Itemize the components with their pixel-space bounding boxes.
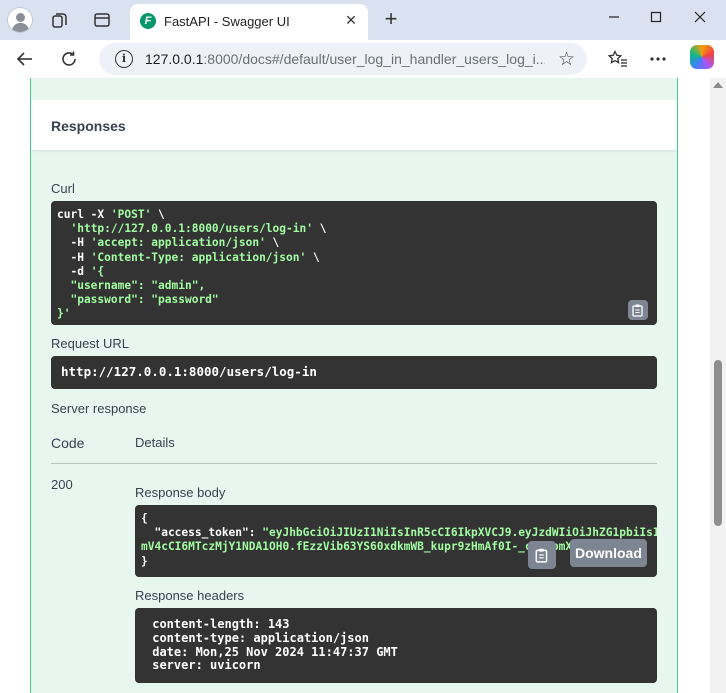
response-header-line: content-type: application/json: [145, 630, 377, 645]
fastapi-favicon-icon: F: [140, 13, 156, 29]
details-column-header: Details: [135, 435, 175, 450]
response-header-line: content-length: 143: [145, 617, 297, 631]
reload-icon[interactable]: [55, 45, 83, 73]
server-response-label: Server response: [51, 401, 147, 416]
response-body-label: Response body: [135, 485, 226, 500]
scroll-up-arrow-icon[interactable]: [713, 82, 723, 88]
code-column-header: Code: [51, 435, 85, 451]
browser-toolbar: i 127.0.0.1:8000/docs#/default/user_log_…: [0, 40, 726, 78]
copilot-icon[interactable]: [690, 45, 714, 69]
responses-header: Responses: [31, 100, 677, 150]
profile-avatar-icon[interactable]: [7, 7, 33, 33]
workspaces-icon[interactable]: [46, 6, 74, 34]
curl-line: }': [57, 307, 71, 321]
curl-line: 'http://127.0.0.1:8000/users/log-in' \: [70, 222, 327, 236]
response-body-copy-icon[interactable]: [528, 541, 556, 569]
responses-title: Responses: [51, 118, 126, 134]
curl-line: -H 'accept: application/json' \: [57, 236, 280, 250]
curl-code-block[interactable]: curl -X 'POST' \ 'http://127.0.0.1:8000/…: [51, 201, 657, 325]
body-token-line2: mV4cCI6MTczMjY1NDA1OH0.fEzzVib63YS60xdkm…: [141, 540, 573, 554]
maximize-icon[interactable]: [636, 6, 676, 32]
more-options-icon[interactable]: [644, 45, 672, 73]
response-headers-label: Response headers: [135, 588, 245, 603]
new-tab-plus-icon[interactable]: +: [378, 7, 404, 33]
site-info-icon[interactable]: i: [115, 50, 133, 68]
body-close-brace: }: [141, 554, 148, 568]
back-arrow-icon[interactable]: [11, 45, 39, 73]
operation-block: Responses Curl curl -X 'POST' \ 'http://…: [30, 78, 678, 693]
curl-label: Curl: [51, 181, 75, 196]
address-bar[interactable]: i 127.0.0.1:8000/docs#/default/user_log_…: [99, 43, 587, 75]
favorites-icon[interactable]: [604, 45, 632, 73]
curl-line: "password": "password": [57, 293, 219, 307]
status-code: 200: [51, 477, 73, 492]
page-viewport: Responses Curl curl -X 'POST' \ 'http://…: [0, 78, 726, 693]
tab-actions-icon[interactable]: [88, 6, 116, 34]
curl-copy-icon[interactable]: [628, 300, 648, 320]
curl-line: "username": "admin",: [57, 279, 206, 293]
tab-close-icon[interactable]: ×: [342, 11, 360, 30]
body-token-line1: "eyJhbGciOiJIUzI1NiIsInR5cCI6IkpXVCJ9.ey…: [262, 526, 657, 540]
curl-line: -H 'Content-Type: application/json' \: [57, 250, 320, 264]
tab-fastapi[interactable]: F FastAPI - Swagger UI ×: [130, 4, 368, 40]
response-header-line: server: uvicorn: [145, 658, 268, 673]
tab-title: FastAPI - Swagger UI: [164, 14, 290, 29]
curl-line: curl -X 'POST' \: [57, 208, 165, 221]
response-table-divider: [51, 463, 657, 464]
body-token-key: "access_token":: [141, 526, 263, 540]
url-text: 127.0.0.1:8000/docs#/default/user_log_in…: [145, 51, 545, 67]
tab-strip: F FastAPI - Swagger UI × +: [0, 0, 726, 40]
curl-line: -d '{: [57, 264, 105, 278]
favorite-star-icon[interactable]: ☆: [558, 48, 575, 71]
body-open-brace: {: [141, 512, 148, 525]
request-url-label: Request URL: [51, 336, 130, 351]
response-headers-block[interactable]: content-length: 143 content-type: applic…: [135, 608, 657, 683]
minimize-icon[interactable]: [594, 6, 634, 32]
response-header-line: date: Mon,25 Nov 2024 11:47:37 GMT: [145, 644, 406, 659]
close-window-icon[interactable]: [680, 6, 720, 32]
scrollbar-thumb[interactable]: [714, 360, 722, 526]
vertical-scrollbar[interactable]: [710, 78, 726, 693]
download-button[interactable]: Download: [570, 539, 647, 567]
request-url-box[interactable]: http://127.0.0.1:8000/users/log-in: [51, 356, 657, 389]
